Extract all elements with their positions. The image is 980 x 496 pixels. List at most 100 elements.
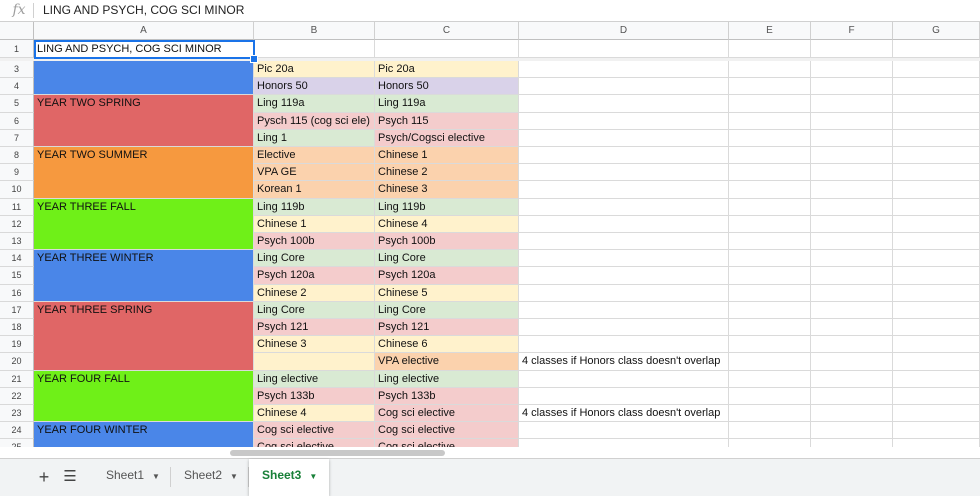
- cell-f-19[interactable]: [811, 336, 893, 354]
- row-header[interactable]: 22: [0, 387, 34, 405]
- formula-input[interactable]: LING AND PSYCH, COG SCI MINOR: [43, 0, 244, 21]
- cell-c-23[interactable]: Cog sci elective: [375, 405, 519, 423]
- cell-d-25[interactable]: [519, 439, 729, 447]
- cell-d-20[interactable]: 4 classes if Honors class doesn't overla…: [519, 353, 729, 371]
- cell-a-7[interactable]: [34, 129, 254, 147]
- cell-c-13[interactable]: Psych 100b: [375, 233, 519, 251]
- chevron-down-icon[interactable]: ▼: [152, 472, 160, 481]
- cell-g-5[interactable]: [893, 95, 980, 113]
- cell-b-17[interactable]: Ling Core: [254, 301, 375, 319]
- cell-d-14[interactable]: [519, 250, 729, 268]
- cell-e-3[interactable]: [729, 61, 811, 79]
- cell-c-3[interactable]: Pic 20a: [375, 61, 519, 79]
- cell-c-14[interactable]: Ling Core: [375, 250, 519, 268]
- cell-f-1[interactable]: [811, 40, 893, 58]
- cell-f-16[interactable]: [811, 284, 893, 302]
- row-header[interactable]: 18: [0, 319, 34, 337]
- cell-b-6[interactable]: Pysch 115 (cog sci ele): [254, 112, 375, 130]
- cell-a-18[interactable]: [34, 319, 254, 337]
- row-header[interactable]: 17: [0, 301, 34, 319]
- row-header[interactable]: 4: [0, 78, 34, 96]
- cell-f-18[interactable]: [811, 319, 893, 337]
- cell-g-4[interactable]: [893, 78, 980, 96]
- cell-g-21[interactable]: [893, 370, 980, 388]
- cell-a-5[interactable]: YEAR TWO SPRING: [34, 95, 254, 113]
- hidden-row-indicator[interactable]: [0, 58, 980, 61]
- cell-g-19[interactable]: [893, 336, 980, 354]
- cell-f-8[interactable]: [811, 147, 893, 165]
- column-header-f[interactable]: F: [811, 22, 893, 40]
- cell-g-16[interactable]: [893, 284, 980, 302]
- fill-handle[interactable]: [250, 55, 258, 63]
- cell-e-14[interactable]: [729, 250, 811, 268]
- cell-b-9[interactable]: VPA GE: [254, 164, 375, 182]
- cell-b-15[interactable]: Psych 120a: [254, 267, 375, 285]
- cell-a-8[interactable]: YEAR TWO SUMMER: [34, 147, 254, 165]
- column-header-c[interactable]: C: [375, 22, 519, 40]
- row-header[interactable]: 6: [0, 112, 34, 130]
- cell-a-4[interactable]: [34, 78, 254, 96]
- cell-g-22[interactable]: [893, 387, 980, 405]
- spreadsheet-grid[interactable]: ABCDEFG 1 LING AND PSYCH, COG SCI MINOR 3 P…: [0, 22, 980, 447]
- cell-e-18[interactable]: [729, 319, 811, 337]
- cell-d-17[interactable]: [519, 301, 729, 319]
- hamburger-icon[interactable]: ☰: [60, 465, 80, 489]
- cell-c-4[interactable]: Honors 50: [375, 78, 519, 96]
- row-header[interactable]: 24: [0, 422, 34, 440]
- cell-d-12[interactable]: [519, 215, 729, 233]
- cell-c-7[interactable]: Psych/Cogsci elective: [375, 129, 519, 147]
- cell-d-7[interactable]: [519, 129, 729, 147]
- cell-f-14[interactable]: [811, 250, 893, 268]
- cell-a-16[interactable]: [34, 284, 254, 302]
- cell-f-7[interactable]: [811, 129, 893, 147]
- row-header[interactable]: 1: [0, 40, 34, 58]
- cell-g-6[interactable]: [893, 112, 980, 130]
- cell-d-9[interactable]: [519, 164, 729, 182]
- cell-f-11[interactable]: [811, 198, 893, 216]
- column-header-g[interactable]: G: [893, 22, 980, 40]
- cell-f-15[interactable]: [811, 267, 893, 285]
- cell-g-23[interactable]: [893, 405, 980, 423]
- cell-b-14[interactable]: Ling Core: [254, 250, 375, 268]
- cell-e-22[interactable]: [729, 387, 811, 405]
- cell-a-12[interactable]: [34, 215, 254, 233]
- cell-d-1[interactable]: [519, 40, 729, 58]
- cell-c-11[interactable]: Ling 119b: [375, 198, 519, 216]
- cell-d-16[interactable]: [519, 284, 729, 302]
- cell-a-25[interactable]: [34, 439, 254, 447]
- column-header-d[interactable]: D: [519, 22, 729, 40]
- cell-e-21[interactable]: [729, 370, 811, 388]
- cell-b-22[interactable]: Psych 133b: [254, 387, 375, 405]
- cell-e-5[interactable]: [729, 95, 811, 113]
- cell-c-6[interactable]: Psych 115: [375, 112, 519, 130]
- cell-g-1[interactable]: [893, 40, 980, 58]
- cell-b-16[interactable]: Chinese 2: [254, 284, 375, 302]
- cell-b-11[interactable]: Ling 119b: [254, 198, 375, 216]
- cell-d-19[interactable]: [519, 336, 729, 354]
- row-header[interactable]: 13: [0, 233, 34, 251]
- cell-f-24[interactable]: [811, 422, 893, 440]
- cell-g-7[interactable]: [893, 129, 980, 147]
- cell-e-12[interactable]: [729, 215, 811, 233]
- cell-d-15[interactable]: [519, 267, 729, 285]
- cell-f-4[interactable]: [811, 78, 893, 96]
- cell-e-20[interactable]: [729, 353, 811, 371]
- row-header[interactable]: 5: [0, 95, 34, 113]
- cell-g-11[interactable]: [893, 198, 980, 216]
- cell-f-9[interactable]: [811, 164, 893, 182]
- cell-f-20[interactable]: [811, 353, 893, 371]
- cell-c-8[interactable]: Chinese 1: [375, 147, 519, 165]
- cell-b-5[interactable]: Ling 119a: [254, 95, 375, 113]
- cell-c-16[interactable]: Chinese 5: [375, 284, 519, 302]
- cell-a-20[interactable]: [34, 353, 254, 371]
- tab-sheet1[interactable]: Sheet1 ▼: [93, 459, 170, 496]
- cell-c-25[interactable]: Cog sci elective: [375, 439, 519, 447]
- row-header[interactable]: 12: [0, 215, 34, 233]
- cell-c-21[interactable]: Ling elective: [375, 370, 519, 388]
- cell-a-21[interactable]: YEAR FOUR FALL: [34, 370, 254, 388]
- cell-d-4[interactable]: [519, 78, 729, 96]
- cell-b-24[interactable]: Cog sci elective: [254, 422, 375, 440]
- cell-b-19[interactable]: Chinese 3: [254, 336, 375, 354]
- column-header-e[interactable]: E: [729, 22, 811, 40]
- cell-c-10[interactable]: Chinese 3: [375, 181, 519, 199]
